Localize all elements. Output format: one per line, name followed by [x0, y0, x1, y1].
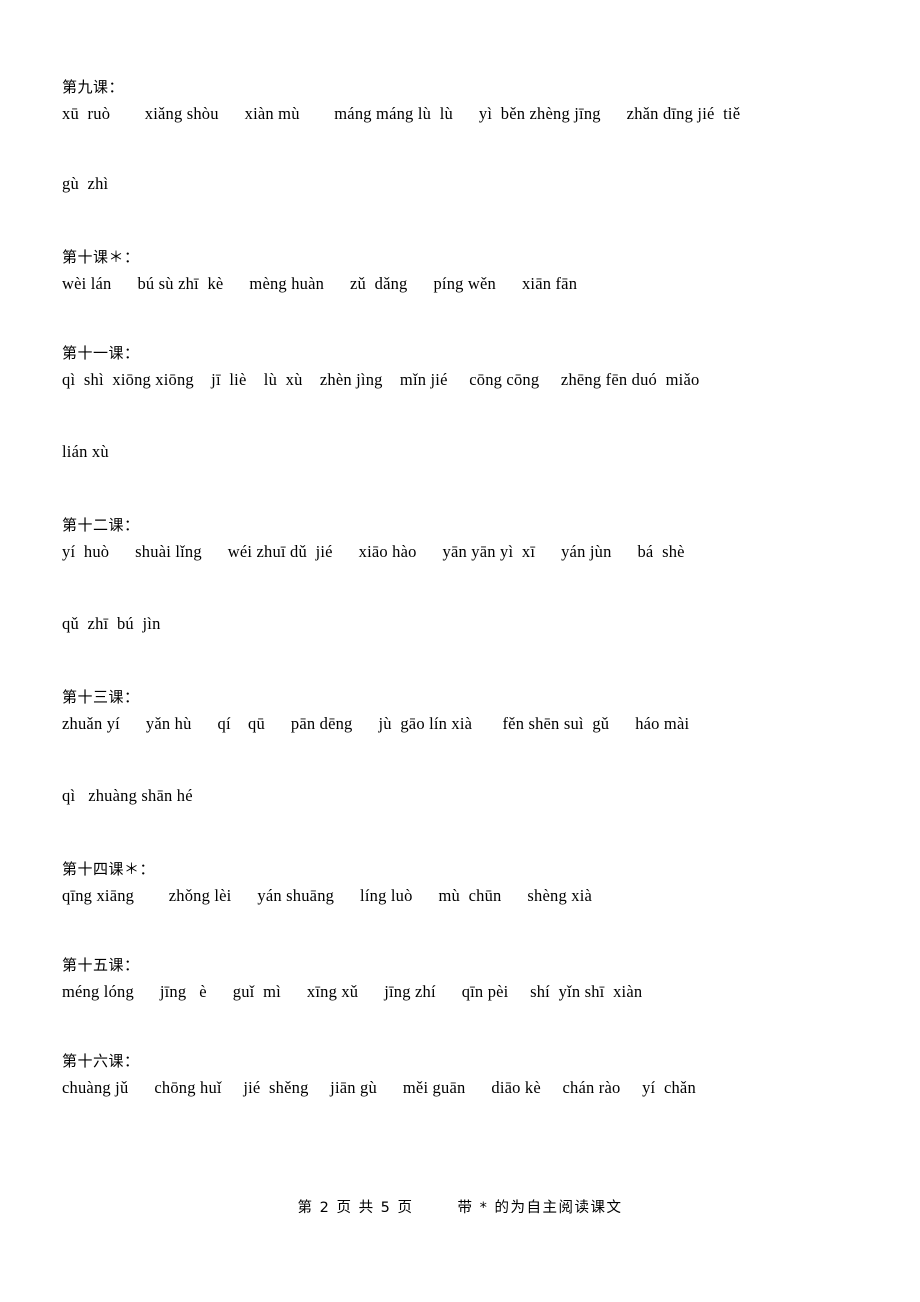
pinyin-line-09-1: xū ruò xiǎng shòu xiàn mù máng máng lù l… [62, 104, 741, 123]
pinyin-line-14-1: qīng xiāng zhǒng lèi yán shuāng líng luò… [62, 886, 593, 905]
line-spacer [62, 738, 862, 782]
line-spacer [62, 566, 862, 610]
lesson-title-15: 第十五课： [62, 956, 140, 974]
lesson-title-10: 第十课＊： [62, 248, 140, 266]
lesson-block-14: 第十四课＊： qīng xiāng zhǒng lèi yán shuāng l… [62, 856, 862, 910]
pinyin-line-13-2: qì zhuàng shān hé [62, 786, 193, 805]
lesson-title-14: 第十四课＊： [62, 860, 156, 878]
lesson-title-09: 第九课： [62, 78, 125, 96]
pinyin-line-16-1: chuàng jǔ chōng huǐ jié shěng jiān gù mě… [62, 1078, 696, 1097]
document-page: 第九课： xū ruò xiǎng shòu xiàn mù máng máng… [0, 0, 920, 1302]
lesson-block-09: 第九课： xū ruò xiǎng shòu xiàn mù máng máng… [62, 74, 862, 198]
pinyin-line-13-1: zhuǎn yí yǎn hù qí qū pān dēng jù gāo lí… [62, 714, 690, 733]
page-footer: 第 2 页 共 5 页 带 * 的为自主阅读课文 [0, 1196, 920, 1217]
lesson-block-11: 第十一课： qì shì xiōng xiōng jī liè lù xù zh… [62, 340, 862, 466]
pinyin-line-12-1: yí huò shuài lǐng wéi zhuī dǔ jié xiāo h… [62, 542, 685, 561]
document-body: 第九课： xū ruò xiǎng shòu xiàn mù máng máng… [62, 74, 862, 1102]
line-spacer [62, 128, 862, 170]
lesson-title-16: 第十六课： [62, 1052, 140, 1070]
lesson-block-10: 第十课＊： wèi lán bú sù zhī kè mèng huàn zǔ … [62, 244, 862, 298]
lesson-block-13: 第十三课： zhuǎn yí yǎn hù qí qū pān dēng jù … [62, 684, 862, 810]
lesson-title-12: 第十二课： [62, 516, 140, 534]
line-spacer [62, 394, 862, 438]
footer-note: 带 * 的为自主阅读课文 [457, 1200, 623, 1216]
pinyin-line-10-1: wèi lán bú sù zhī kè mèng huàn zǔ dǎng p… [62, 274, 578, 293]
lesson-title-11: 第十一课： [62, 344, 140, 362]
pinyin-line-12-2: qǔ zhī bú jìn [62, 614, 161, 633]
pinyin-line-11-2: lián xù [62, 442, 109, 461]
lesson-block-12: 第十二课： yí huò shuài lǐng wéi zhuī dǔ jié … [62, 512, 862, 638]
pinyin-line-11-1: qì shì xiōng xiōng jī liè lù xù zhèn jìn… [62, 370, 700, 389]
lesson-block-15: 第十五课： méng lóng jīng è guǐ mì xīng xǔ jī… [62, 952, 862, 1006]
footer-page-number: 第 2 页 共 5 页 [297, 1200, 414, 1216]
lesson-title-13: 第十三课： [62, 688, 140, 706]
pinyin-line-09-2: gù zhì [62, 174, 109, 193]
lesson-block-16: 第十六课： chuàng jǔ chōng huǐ jié shěng jiān… [62, 1048, 862, 1102]
pinyin-line-15-1: méng lóng jīng è guǐ mì xīng xǔ jīng zhí… [62, 982, 643, 1001]
